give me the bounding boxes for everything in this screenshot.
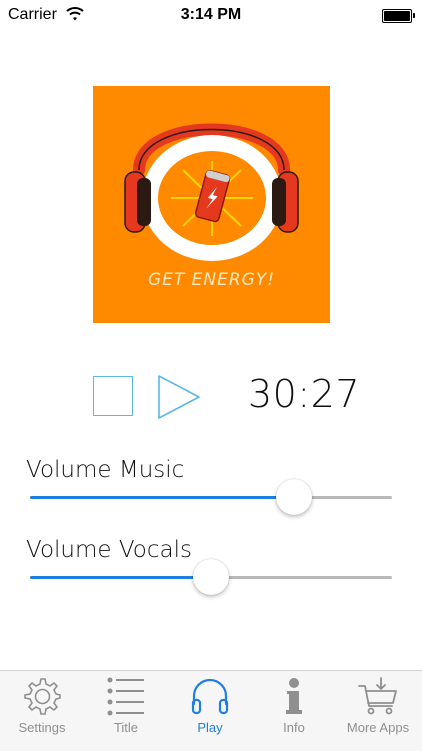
tab-more-apps[interactable]: More Apps bbox=[336, 671, 420, 751]
volume-music-slider[interactable] bbox=[30, 479, 392, 515]
battery-icon bbox=[382, 9, 415, 23]
tab-info-label: Info bbox=[283, 720, 305, 735]
album-artwork: GET ENERGY! bbox=[93, 86, 330, 323]
cart-icon bbox=[358, 677, 397, 715]
tab-title[interactable]: Title bbox=[84, 671, 168, 751]
tab-title-label: Title bbox=[113, 720, 139, 735]
volume-vocals-fill bbox=[30, 576, 211, 579]
play-button[interactable] bbox=[156, 374, 202, 420]
tab-more-apps-label: More Apps bbox=[346, 720, 410, 735]
tab-settings[interactable]: Settings bbox=[0, 671, 84, 751]
tab-info[interactable]: Info bbox=[252, 671, 336, 751]
volume-vocals-thumb[interactable] bbox=[193, 559, 229, 595]
tab-play[interactable]: Play bbox=[168, 671, 252, 751]
volume-music-thumb[interactable] bbox=[276, 479, 313, 515]
tab-bar: Settings Title Play Info More Apps bbox=[0, 670, 422, 751]
info-icon bbox=[286, 678, 302, 714]
status-bar: Carrier 3:14 PM bbox=[0, 0, 422, 30]
volume-music-label: Volume Music bbox=[26, 457, 185, 483]
volume-vocals-slider[interactable] bbox=[30, 559, 392, 595]
gear-icon bbox=[24, 678, 61, 715]
playback-timer: 30:27 bbox=[248, 372, 361, 416]
headphones-icon bbox=[191, 678, 229, 715]
stop-button[interactable] bbox=[93, 376, 133, 416]
tab-settings-label: Settings bbox=[18, 720, 66, 735]
tab-play-label: Play bbox=[197, 720, 223, 735]
volume-vocals-label: Volume Vocals bbox=[26, 537, 192, 563]
volume-music-fill bbox=[30, 496, 295, 499]
status-time: 3:14 PM bbox=[180, 6, 242, 23]
list-icon bbox=[107, 677, 144, 716]
artwork-title: GET ENERGY! bbox=[147, 270, 276, 290]
